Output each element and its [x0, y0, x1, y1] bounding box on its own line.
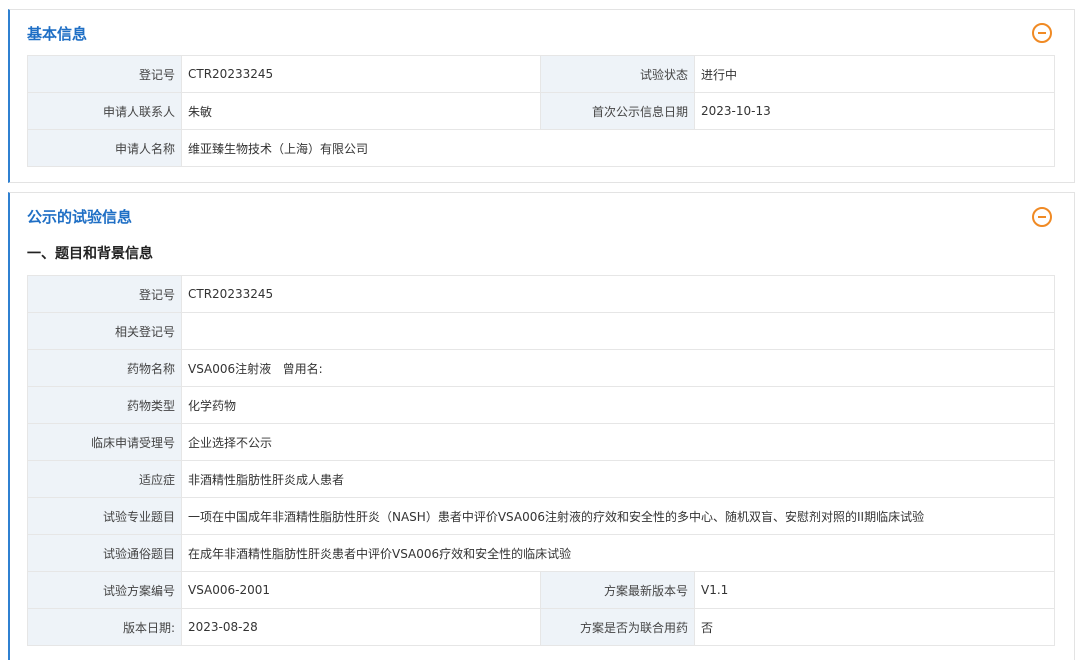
- trial-info-panel: 公示的试验信息 一、题目和背景信息 登记号 CTR20233245 相关登记号 …: [8, 192, 1075, 660]
- table-row: 药物名称 VSA006注射液 曾用名:: [27, 349, 1056, 387]
- field-label: 试验方案编号: [27, 571, 182, 609]
- section-heading: 一、题目和背景信息: [27, 246, 153, 262]
- table-row: 登记号 CTR20233245 试验状态 进行中: [27, 55, 1055, 93]
- field-value: 非酒精性脂肪性肝炎成人患者: [180, 460, 1056, 498]
- field-value: VSA006-2001: [181, 571, 541, 609]
- field-label: 方案最新版本号: [540, 571, 695, 609]
- collapse-minus-icon[interactable]: [1032, 207, 1052, 227]
- trial-info-title: 公示的试验信息: [27, 208, 133, 226]
- field-value: 否: [693, 608, 1056, 646]
- field-label: 试验状态: [540, 55, 695, 93]
- table-row: 登记号 CTR20233245: [27, 275, 1056, 313]
- field-label: 申请人名称: [27, 129, 182, 167]
- table-row: 申请人联系人 朱敏 首次公示信息日期 2023-10-13: [27, 92, 1055, 130]
- field-label: 临床申请受理号: [27, 423, 182, 461]
- table-row: 相关登记号: [27, 312, 1056, 350]
- field-value: 朱敏: [181, 92, 541, 130]
- table-row: 试验专业题目 一项在中国成年非酒精性脂肪性肝炎（NASH）患者中评价VSA006…: [27, 497, 1056, 535]
- field-label: 适应症: [27, 460, 182, 498]
- field-label: 首次公示信息日期: [540, 92, 695, 130]
- field-label: 方案是否为联合用药: [540, 608, 695, 646]
- field-value: 一项在中国成年非酒精性脂肪性肝炎（NASH）患者中评价VSA006注射液的疗效和…: [180, 497, 1056, 535]
- field-label: 试验通俗题目: [27, 534, 182, 572]
- table-row: 版本日期: 2023-08-28 方案是否为联合用药 否: [27, 608, 1056, 646]
- basic-info-title: 基本信息: [27, 25, 88, 43]
- field-value: 化学药物: [180, 386, 1056, 424]
- field-value: VSA006注射液 曾用名:: [180, 349, 1056, 387]
- field-label: 相关登记号: [27, 312, 182, 350]
- table-row: 试验方案编号 VSA006-2001 方案最新版本号 V1.1: [27, 571, 1056, 609]
- trial-info-table: 登记号 CTR20233245 相关登记号 药物名称 VSA006注射液 曾用名…: [27, 275, 1056, 646]
- field-value: 在成年非酒精性脂肪性肝炎患者中评价VSA006疗效和安全性的临床试验: [180, 534, 1056, 572]
- field-value: [180, 312, 1056, 350]
- field-label: 版本日期:: [27, 608, 182, 646]
- table-row: 药物类型 化学药物: [27, 386, 1056, 424]
- basic-info-table: 登记号 CTR20233245 试验状态 进行中 申请人联系人 朱敏 首次公示信…: [27, 55, 1055, 167]
- field-label: 登记号: [27, 275, 182, 313]
- table-row: 临床申请受理号 企业选择不公示: [27, 423, 1056, 461]
- field-label: 药物类型: [27, 386, 182, 424]
- field-value: 维亚臻生物技术（上海）有限公司: [181, 129, 1055, 167]
- field-value: CTR20233245: [180, 275, 1056, 313]
- table-row: 申请人名称 维亚臻生物技术（上海）有限公司: [27, 129, 1055, 167]
- field-value: CTR20233245: [181, 55, 541, 93]
- field-value: V1.1: [693, 571, 1056, 609]
- field-value: 2023-08-28: [181, 608, 541, 646]
- field-label: 申请人联系人: [27, 92, 182, 130]
- field-label: 试验专业题目: [27, 497, 182, 535]
- field-label: 药物名称: [27, 349, 182, 387]
- field-value: 进行中: [694, 55, 1055, 93]
- collapse-minus-icon[interactable]: [1032, 23, 1052, 43]
- table-row: 适应症 非酒精性脂肪性肝炎成人患者: [27, 460, 1056, 498]
- field-label: 登记号: [27, 55, 182, 93]
- field-value: 2023-10-13: [694, 92, 1055, 130]
- field-value: 企业选择不公示: [180, 423, 1056, 461]
- table-row: 试验通俗题目 在成年非酒精性脂肪性肝炎患者中评价VSA006疗效和安全性的临床试…: [27, 534, 1056, 572]
- basic-info-panel: 基本信息 登记号 CTR20233245 试验状态 进行中 申请人联系人 朱敏 …: [8, 9, 1075, 183]
